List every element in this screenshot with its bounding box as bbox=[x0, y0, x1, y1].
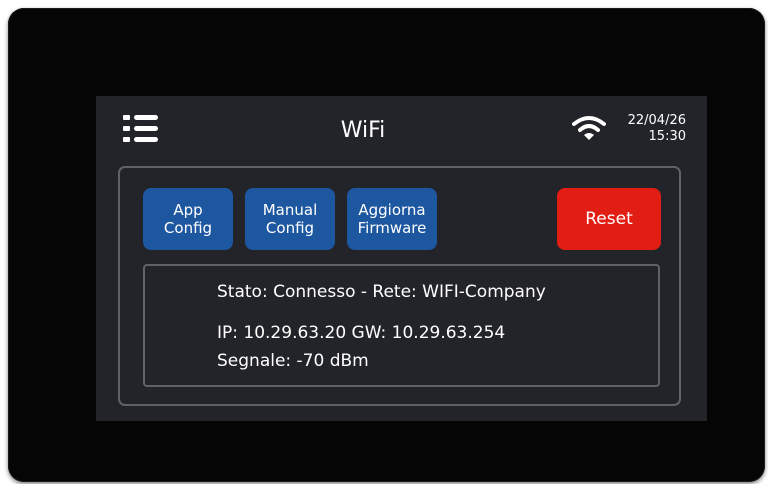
menu-list-icon[interactable] bbox=[123, 113, 159, 145]
app-config-label-line-2: Config bbox=[163, 219, 213, 237]
touch-screen: WiFi 22/04/26 15:30 App Config Manual Co… bbox=[96, 96, 707, 421]
update-firmware-button[interactable]: Aggiorna Firmware bbox=[347, 188, 437, 250]
page-title: WiFi bbox=[340, 118, 386, 143]
wifi-panel: App Config Manual Config Aggiorna Firmwa… bbox=[118, 166, 681, 406]
app-config-label-line-1: App bbox=[173, 201, 203, 219]
wifi-icon bbox=[572, 116, 606, 140]
time-text: 15:30 bbox=[648, 129, 686, 144]
reset-button[interactable]: Reset bbox=[557, 188, 661, 250]
update-firmware-label-line-1: Aggiorna bbox=[358, 201, 426, 219]
date-text: 22/04/26 bbox=[627, 113, 686, 128]
connection-status-text: Stato: Connesso - Rete: WIFI-Company bbox=[217, 282, 546, 302]
signal-strength-text: Segnale: -70 dBm bbox=[217, 351, 369, 371]
display-device-frame: WiFi 22/04/26 15:30 App Config Manual Co… bbox=[8, 8, 765, 482]
date-time-display: 22/04/26 15:30 bbox=[610, 113, 686, 145]
app-config-button[interactable]: App Config bbox=[143, 188, 233, 250]
manual-config-button[interactable]: Manual Config bbox=[245, 188, 335, 250]
connection-status-box: Stato: Connesso - Rete: WIFI-Company IP:… bbox=[143, 264, 660, 387]
manual-config-label-line-2: Config bbox=[265, 219, 315, 237]
manual-config-label-line-1: Manual bbox=[262, 201, 318, 219]
reset-label: Reset bbox=[585, 209, 633, 229]
update-firmware-label-line-2: Firmware bbox=[357, 219, 427, 237]
ip-gateway-text: IP: 10.29.63.20 GW: 10.29.63.254 bbox=[217, 323, 506, 343]
